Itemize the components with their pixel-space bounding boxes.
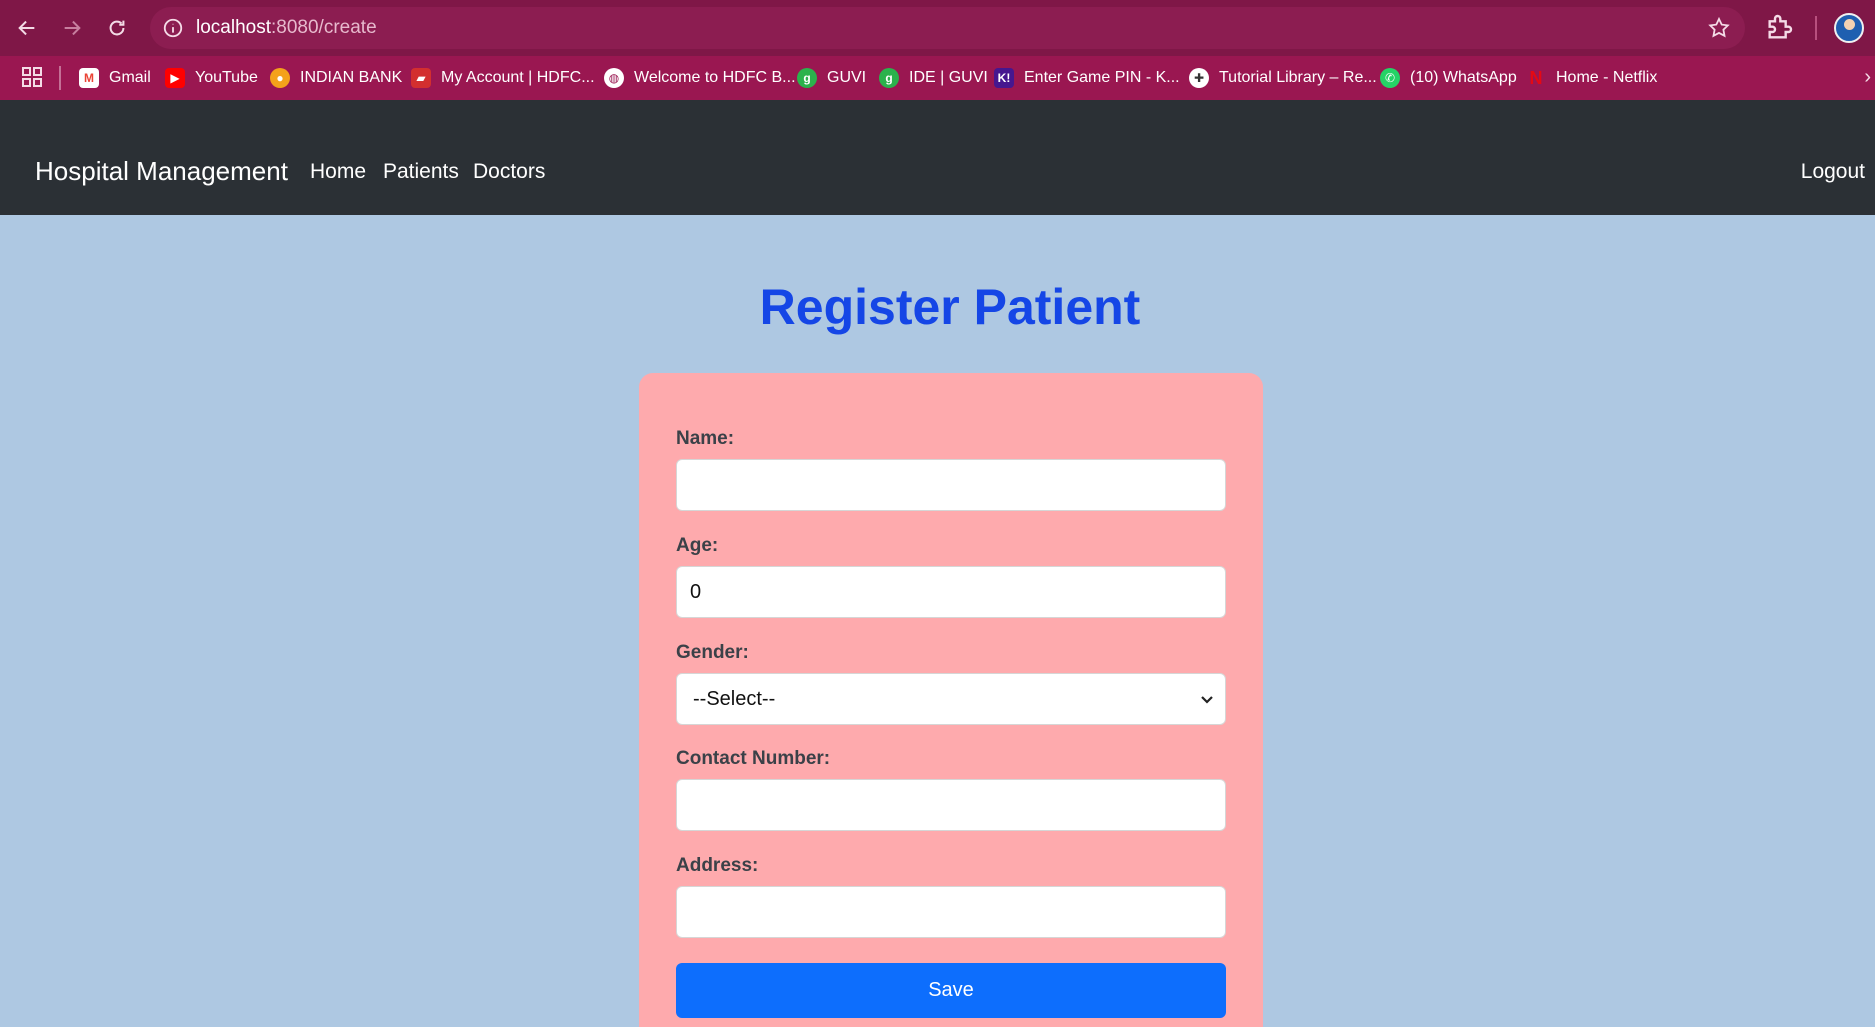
bookmark-label: INDIAN BANK [300,69,403,86]
bookmark-label: GUVI [827,69,867,86]
netflix-icon: N [1529,67,1543,88]
age-label: Age: [676,535,719,556]
name-input[interactable] [676,459,1226,511]
bookmark-label: (10) WhatsApp [1410,69,1517,86]
url-text: localhost:8080/create [196,17,377,38]
bookmark-hdfc-account[interactable]: ▰ My Account | HDFC... [411,56,595,100]
name-label: Name: [676,428,735,449]
bookmark-indian-bank[interactable]: ● INDIAN BANK [270,56,402,100]
bookmark-label: YouTube [195,69,258,86]
bookmark-ide-guvi[interactable]: g IDE | GUVI [879,56,988,100]
bookmark-guvi[interactable]: g GUVI [797,56,866,100]
bookmarks-divider [59,66,61,90]
toolbar-divider [1815,16,1817,40]
gmail-icon: M [79,68,99,88]
bookmark-label: My Account | HDFC... [441,69,595,86]
back-arrow-icon[interactable] [9,10,45,46]
gender-label: Gender: [676,642,749,663]
whatsapp-icon: ✆ [1380,68,1400,88]
contact-number-label: Contact Number: [676,748,831,769]
page-title: Register Patient [759,279,1141,335]
nav-link-home[interactable]: Home [310,160,366,184]
bookmark-label: Gmail [109,69,151,86]
reload-icon[interactable] [99,10,135,46]
bookmark-youtube[interactable]: ▶ YouTube [165,56,258,100]
address-label: Address: [676,855,759,876]
bookmark-tutorial-library[interactable]: ✚ Tutorial Library – Re... [1189,56,1377,100]
address-bar[interactable]: localhost:8080/create [150,7,1745,49]
guvi-icon: g [797,68,817,88]
bookmark-hdfc-welcome[interactable]: ◍ Welcome to HDFC B... [604,56,796,100]
hdfc-icon: ▰ [411,68,431,88]
tutorial-icon: ✚ [1189,68,1209,88]
extensions-icon[interactable] [1763,12,1795,44]
nav-link-patients[interactable]: Patients [383,160,459,184]
chevron-down-icon [1201,696,1213,704]
guvi-icon: g [879,68,899,88]
bookmark-label: Home - Netflix [1556,69,1658,86]
bookmarks-bar: M Gmail ▶ YouTube ● INDIAN BANK ▰ My Acc… [0,56,1875,100]
kahoot-icon: K! [994,68,1014,88]
age-input[interactable] [676,566,1226,618]
bookmark-gmail[interactable]: M Gmail [79,56,151,100]
bookmark-whatsapp[interactable]: ✆ (10) WhatsApp [1380,56,1517,100]
youtube-icon: ▶ [165,68,185,88]
chevron-right-icon[interactable]: › [1864,66,1871,89]
address-input[interactable] [676,886,1226,938]
profile-avatar[interactable] [1834,13,1864,43]
bookmark-star-icon[interactable] [1707,16,1731,40]
globe-icon: ◍ [604,68,624,88]
browser-toolbar: localhost:8080/create [0,0,1875,56]
bookmark-kahoot[interactable]: K! Enter Game PIN - K... [994,56,1180,100]
register-form-card: Name: Age: Gender: --Select-- Contact Nu… [639,373,1263,1027]
bookmark-label: IDE | GUVI [909,69,988,86]
logout-link[interactable]: Logout [1801,160,1865,184]
forward-arrow-icon[interactable] [54,10,90,46]
apps-grid-icon[interactable] [20,65,44,89]
site-info-icon[interactable] [162,17,184,39]
save-button[interactable]: Save [676,963,1226,1018]
navbar-brand[interactable]: Hospital Management [35,156,288,187]
contact-number-input[interactable] [676,779,1226,831]
gender-select[interactable]: --Select-- [676,673,1226,725]
nav-link-doctors[interactable]: Doctors [473,160,545,184]
bookmark-label: Enter Game PIN - K... [1024,69,1180,86]
bookmark-label: Welcome to HDFC B... [634,69,796,86]
bookmark-label: Tutorial Library – Re... [1219,69,1377,86]
app-navbar: Hospital Management Home Patients Doctor… [0,100,1875,215]
gender-selected-value: --Select-- [693,687,776,710]
indian-bank-icon: ● [270,68,290,88]
bookmark-netflix[interactable]: N Home - Netflix [1526,56,1658,100]
